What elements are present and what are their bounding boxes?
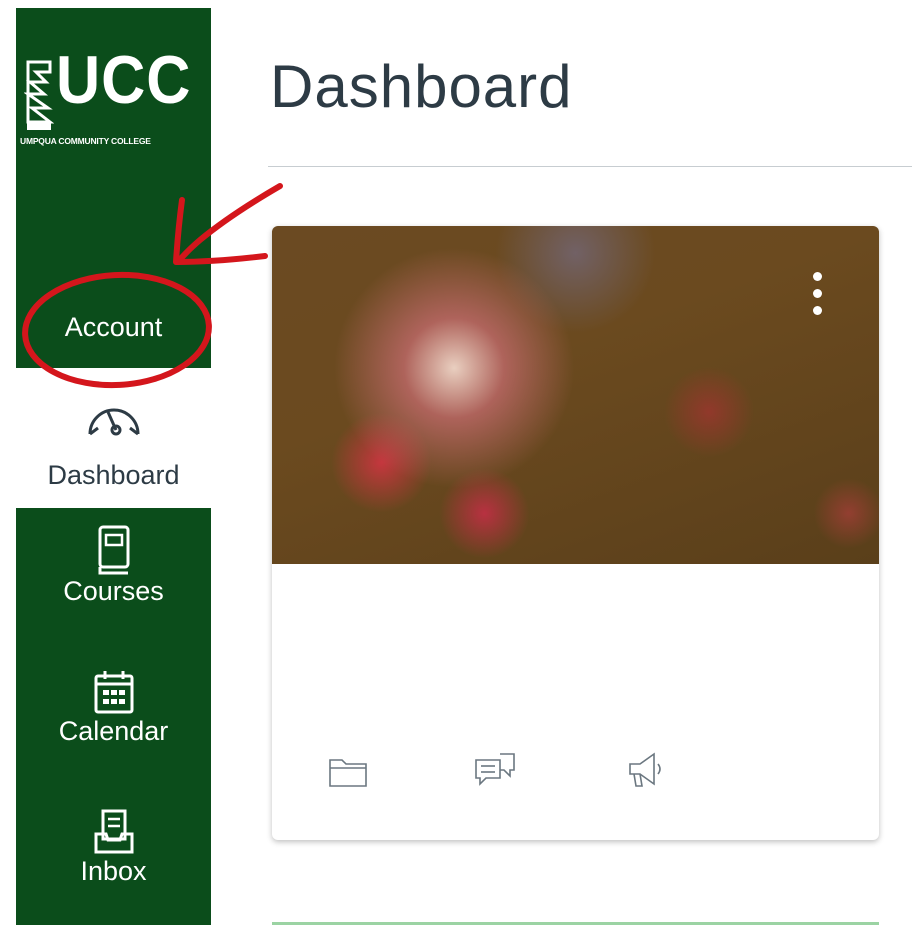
ucc-logo[interactable]: UCC UMPQUA COMMUNITY COLLEGE (16, 8, 211, 158)
announcements-megaphone-icon[interactable] (622, 746, 670, 794)
calendar-icon (94, 671, 133, 714)
page-title: Dashboard (270, 53, 573, 120)
course-card-hero-image[interactable] (272, 226, 879, 564)
nav-item-inbox-label: Inbox (80, 856, 147, 886)
folder-icon[interactable] (324, 746, 372, 794)
dashboard-gauge-icon (88, 408, 139, 436)
nav-item-calendar-label: Calendar (58, 716, 169, 746)
more-vertical-icon[interactable] (811, 272, 823, 324)
nav-item-courses-label: Courses (63, 576, 164, 606)
tree-logo-mark-icon (24, 60, 54, 130)
course-card[interactable] (272, 226, 879, 840)
nav-item-account-label: Account (64, 312, 163, 342)
course-card-actions (272, 746, 879, 806)
nav-item-dashboard-label: Dashboard (47, 460, 180, 490)
logo-subtitle: UMPQUA COMMUNITY COLLEGE (20, 136, 151, 146)
logo-text: UCC (56, 42, 192, 118)
nav-item-courses[interactable]: Courses (16, 524, 211, 607)
inbox-icon (94, 809, 133, 854)
discussions-icon[interactable] (470, 746, 518, 794)
nav-item-calendar[interactable]: Calendar (16, 668, 211, 747)
nav-item-dashboard[interactable]: Dashboard (16, 368, 211, 508)
nav-item-account[interactable]: Account (16, 312, 211, 343)
title-divider (268, 166, 912, 167)
global-nav-sidebar: UCC UMPQUA COMMUNITY COLLEGE Account Das… (16, 8, 211, 925)
nav-item-inbox[interactable]: Inbox (16, 808, 211, 887)
book-icon (98, 525, 129, 575)
